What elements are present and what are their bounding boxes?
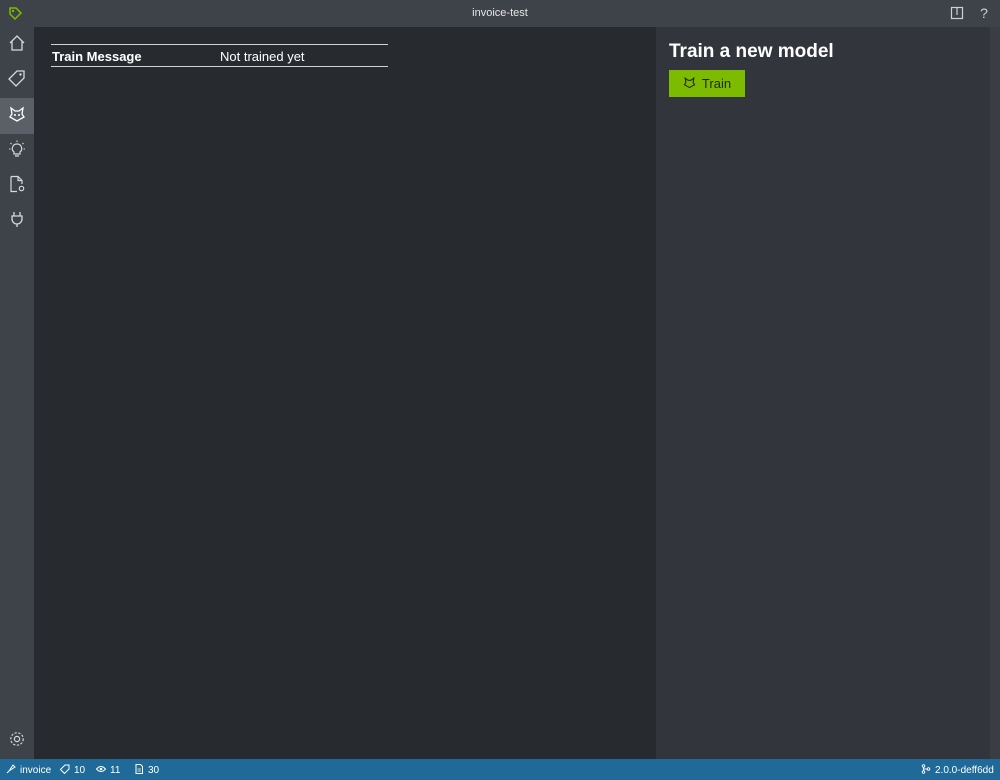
sidebar-item-train[interactable] (0, 98, 34, 134)
assets-count: 30 (148, 764, 160, 776)
sidebar-item-connections[interactable] (0, 203, 34, 239)
status-assets: 30 (134, 763, 160, 777)
version-label: 2.0.0-deff6dd (935, 764, 994, 776)
main-content: Train Message Not trained yet (34, 27, 656, 759)
status-visited: 11 (95, 764, 121, 777)
tags-count: 10 (74, 764, 86, 776)
sidebar-item-tags[interactable] (0, 62, 34, 98)
train-icon (8, 105, 26, 128)
visited-count: 11 (110, 764, 121, 776)
lightbulb-icon (8, 140, 26, 163)
project-name: invoice (20, 764, 52, 776)
sidebar-item-home[interactable] (0, 27, 34, 63)
document-icon (134, 763, 144, 777)
sidebar-item-predict[interactable] (0, 133, 34, 169)
train-info-table: Train Message Not trained yet (51, 44, 388, 67)
train-button-label: Train (701, 76, 732, 91)
tag-icon (59, 764, 70, 777)
gear-icon (8, 730, 26, 753)
sidebar-item-settings[interactable] (0, 723, 34, 759)
train-button[interactable]: Train (669, 70, 745, 97)
branch-icon (921, 763, 931, 777)
document-settings-icon (8, 175, 26, 198)
sidebar-item-settings-doc[interactable] (0, 168, 34, 204)
tag-icon (8, 69, 26, 92)
status-version: 2.0.0-deff6dd (921, 763, 994, 777)
train-icon (683, 76, 696, 92)
plug-icon (8, 210, 26, 233)
window-title: invoice-test (472, 7, 528, 19)
train-panel-heading: Train a new model (669, 41, 834, 62)
title-bar: invoice-test ? (0, 0, 1000, 27)
help-icon[interactable]: ? (976, 5, 992, 21)
status-project: invoice (6, 763, 52, 777)
status-tags: 10 (59, 764, 86, 777)
home-icon (8, 34, 26, 57)
train-message-value: Not trained yet (220, 49, 305, 64)
sidebar (0, 27, 34, 759)
train-panel: Train a new model Train (656, 27, 990, 759)
train-message-label: Train Message (52, 49, 142, 64)
layout-icon[interactable] (949, 5, 965, 21)
rocket-icon (6, 763, 16, 777)
status-bar: invoice 10 11 30 2.0.0-deff6dd (0, 759, 1000, 780)
scrollbar[interactable] (990, 27, 1000, 759)
eye-icon (95, 764, 107, 777)
